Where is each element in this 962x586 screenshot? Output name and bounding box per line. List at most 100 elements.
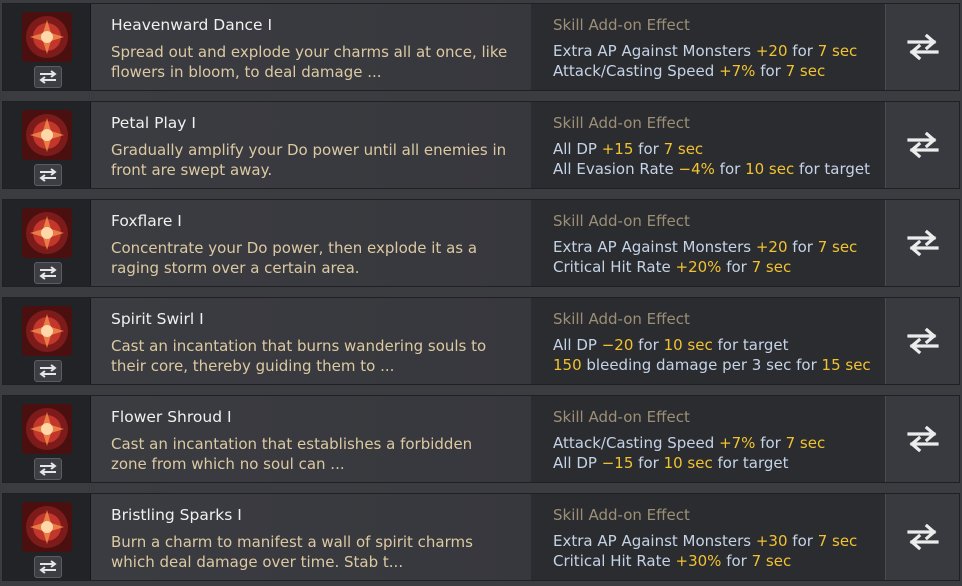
skill-info: Spirit Swirl I Cast an incantation that … [91, 298, 563, 384]
skill-icon-box [3, 200, 91, 286]
effect-text: Attack/Casting Speed [553, 62, 720, 80]
effect-text: bleeding damage per 3 sec for [581, 356, 822, 374]
skill-row[interactable]: Heavenward Dance I Spread out and explod… [2, 3, 960, 91]
effect-text: for target [712, 336, 789, 354]
swap-badge-icon [34, 458, 62, 480]
effect-value: −15 [601, 454, 634, 472]
skill-name: Heavenward Dance I [111, 16, 273, 34]
swap-badge-icon [34, 262, 62, 284]
petal-play-icon[interactable] [22, 110, 72, 160]
addon-effect-title: Skill Add-on Effect [553, 16, 690, 34]
addon-effect-line: Critical Hit Rate +30% for 7 sec [553, 552, 791, 570]
skill-description: Gradually amplify your Do power until al… [111, 141, 507, 179]
addon-effect-title: Skill Add-on Effect [553, 408, 690, 426]
swap-button[interactable] [885, 4, 959, 90]
skill-icon-box [3, 298, 91, 384]
swap-arrows-icon [906, 425, 939, 453]
addon-effect-line: Critical Hit Rate +20% for 7 sec [553, 258, 791, 276]
effect-value: 15 sec [821, 356, 871, 374]
addon-effect-line: Attack/Casting Speed +7% for 7 sec [553, 434, 825, 452]
addon-effect-line: Extra AP Against Monsters +30 for 7 sec [553, 532, 857, 550]
effect-text: All DP [553, 454, 602, 472]
addon-effect-title: Skill Add-on Effect [553, 506, 690, 524]
effect-text: for [633, 454, 664, 472]
effect-text: Extra AP Against Monsters [553, 532, 756, 550]
effect-value: −4% [678, 160, 715, 178]
effect-value: 7 sec [785, 62, 826, 80]
skill-row[interactable]: Spirit Swirl I Cast an incantation that … [2, 297, 960, 385]
skill-icon-box [3, 4, 91, 90]
addon-effect: Skill Add-on Effect All DP +15 for 7 sec… [531, 102, 959, 188]
effect-text: Critical Hit Rate [553, 258, 676, 276]
foxflare-icon[interactable] [22, 208, 72, 258]
skill-description: Spread out and explode your charms all a… [111, 43, 508, 81]
skill-info: Flower Shroud I Cast an incantation that… [91, 396, 563, 482]
effect-text: for target [794, 160, 870, 178]
effect-text: Extra AP Against Monsters [553, 42, 756, 60]
skill-info: Bristling Sparks I Burn a charm to manif… [91, 494, 563, 580]
skill-name: Spirit Swirl I [111, 310, 204, 328]
flower-shroud-icon[interactable] [22, 404, 72, 454]
effect-text: All Evasion Rate [553, 160, 679, 178]
swap-button[interactable] [885, 494, 959, 580]
addon-effect-title: Skill Add-on Effect [553, 114, 690, 132]
addon-effect: Skill Add-on Effect All DP −20 for 10 se… [531, 298, 959, 384]
swap-button[interactable] [885, 102, 959, 188]
skill-name: Foxflare I [111, 212, 182, 230]
effect-value: 7 sec [663, 140, 704, 158]
addon-effect: Skill Add-on Effect Extra AP Against Mon… [531, 200, 959, 286]
effect-value: 10 sec [663, 336, 713, 354]
effect-value: +7% [719, 62, 756, 80]
skill-icon-box [3, 102, 91, 188]
swap-badge-icon [34, 360, 62, 382]
effect-value: 150 [553, 356, 582, 374]
addon-effect: Skill Add-on Effect Attack/Casting Speed… [531, 396, 959, 482]
addon-effect: Skill Add-on Effect Extra AP Against Mon… [531, 494, 959, 580]
spirit-swirl-icon[interactable] [22, 306, 72, 356]
skill-name: Petal Play I [111, 114, 196, 132]
addon-effect-line: All DP +15 for 7 sec [553, 140, 703, 158]
swap-arrows-icon [906, 523, 939, 551]
effect-text: for [755, 62, 786, 80]
effect-text: for target [712, 454, 789, 472]
skill-name: Flower Shroud I [111, 408, 232, 426]
effect-text: for [633, 336, 664, 354]
skill-row[interactable]: Petal Play I Gradually amplify your Do p… [2, 101, 960, 189]
effect-text: for [714, 160, 746, 178]
effect-text: for [721, 258, 752, 276]
effect-value: +20 [755, 42, 788, 60]
effect-value: 10 sec [745, 160, 795, 178]
swap-button[interactable] [885, 396, 959, 482]
swap-badge-icon [34, 66, 62, 88]
skill-info: Foxflare I Concentrate your Do power, th… [91, 200, 563, 286]
effect-value: +30 [755, 532, 788, 550]
swap-badge-icon [34, 556, 62, 578]
skill-row[interactable]: Bristling Sparks I Burn a charm to manif… [2, 493, 960, 581]
heavenward-dance-icon[interactable] [22, 12, 72, 62]
skill-info: Heavenward Dance I Spread out and explod… [91, 4, 563, 90]
effect-text: Attack/Casting Speed [553, 434, 720, 452]
skill-description: Cast an incantation that establishes a f… [111, 435, 473, 473]
skill-row[interactable]: Foxflare I Concentrate your Do power, th… [2, 199, 960, 287]
swap-arrows-icon [906, 33, 939, 61]
skill-addon-list: Heavenward Dance I Spread out and explod… [0, 0, 962, 586]
effect-text: for [633, 140, 664, 158]
skill-row[interactable]: Flower Shroud I Cast an incantation that… [2, 395, 960, 483]
effect-value: 7 sec [751, 552, 792, 570]
bristling-sparks-icon[interactable] [22, 502, 72, 552]
skill-description: Cast an incantation that burns wandering… [111, 337, 487, 375]
effect-value: 7 sec [817, 238, 858, 256]
effect-value: +30% [675, 552, 722, 570]
addon-effect: Skill Add-on Effect Extra AP Against Mon… [531, 4, 959, 90]
swap-button[interactable] [885, 200, 959, 286]
swap-button[interactable] [885, 298, 959, 384]
addon-effect-line: All Evasion Rate −4% for 10 sec for targ… [553, 160, 870, 178]
effect-text: All DP [553, 336, 602, 354]
addon-effect-title: Skill Add-on Effect [553, 212, 690, 230]
effect-text: for [787, 532, 818, 550]
effect-text: Critical Hit Rate [553, 552, 676, 570]
effect-value: 7 sec [817, 42, 858, 60]
addon-effect-line: All DP −20 for 10 sec for target [553, 336, 789, 354]
skill-description: Concentrate your Do power, then explode … [111, 239, 478, 277]
effect-value: 10 sec [663, 454, 713, 472]
